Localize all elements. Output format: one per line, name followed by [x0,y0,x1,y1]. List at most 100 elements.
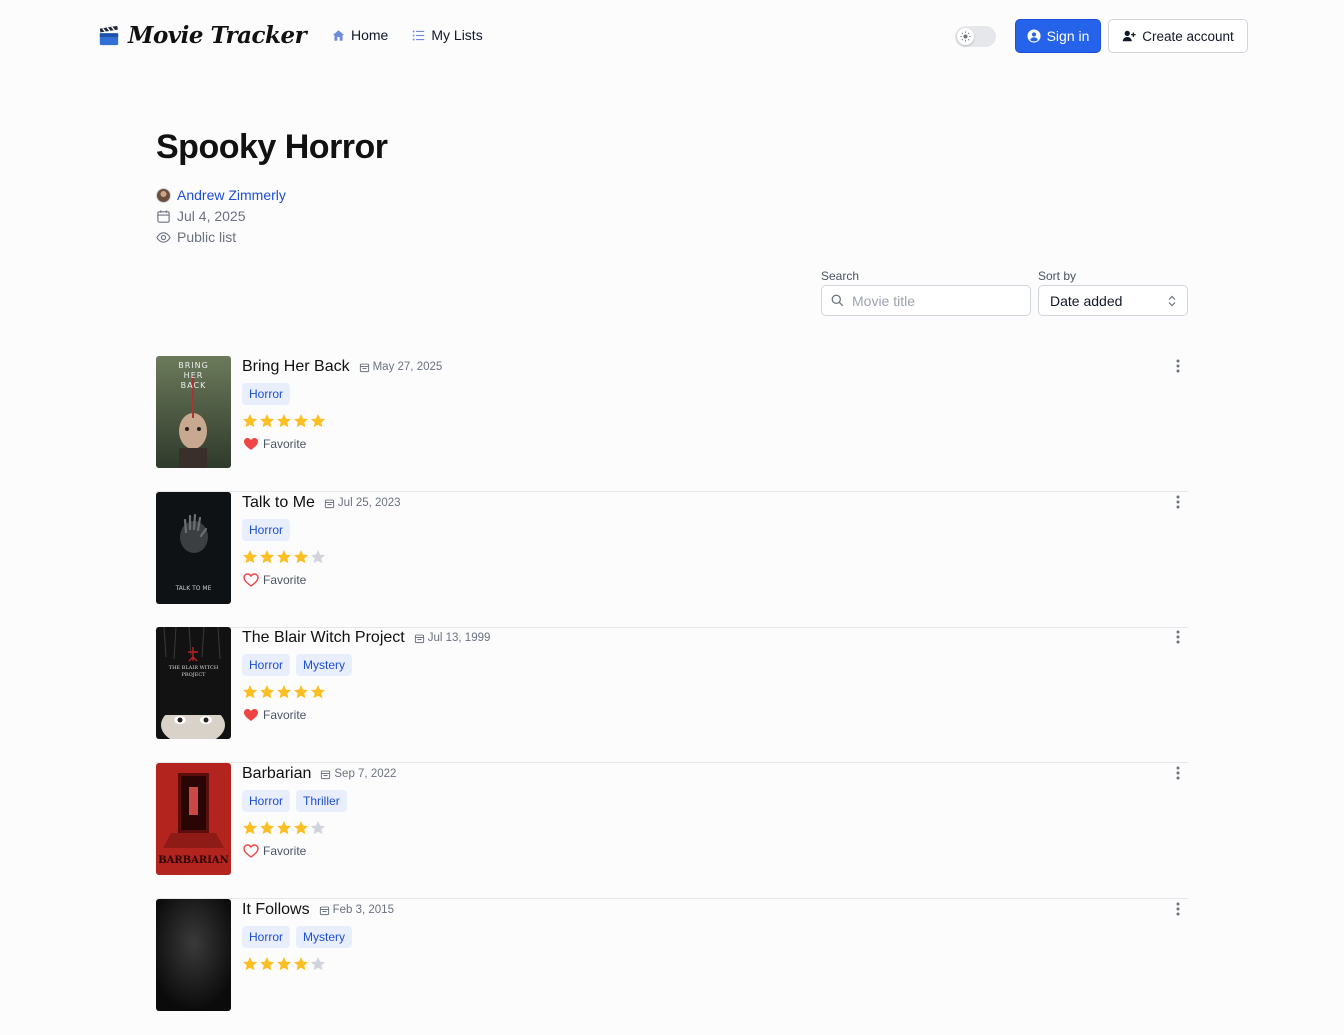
home-icon [332,29,345,41]
movie-title-row: Bring Her Back May 27, 2025 [242,358,442,376]
movie-title[interactable]: Talk to Me [242,494,315,512]
sort-select[interactable]: Date added [1038,285,1188,316]
poster-title-line: HER [184,371,204,380]
star-filled-icon[interactable] [293,820,309,836]
star-empty-icon[interactable] [310,820,326,836]
sun-icon [960,31,971,42]
star-filled-icon[interactable] [242,549,258,565]
favorite-toggle[interactable]: Favorite [243,572,306,588]
more-options-button[interactable] [1170,628,1186,646]
movie-poster[interactable]: BARBARIAN [156,763,231,875]
theme-toggle[interactable] [955,26,996,47]
create-account-button[interactable]: Create account [1108,19,1248,53]
movie-title[interactable]: Bring Her Back [242,358,350,376]
more-options-button[interactable] [1170,357,1186,375]
release-date: Jul 13, 1999 [414,632,490,644]
nav-my-lists-label: My Lists [431,27,483,43]
star-filled-icon[interactable] [242,820,258,836]
poster-image: BARBARIAN [156,763,231,875]
star-empty-icon[interactable] [310,956,326,972]
movie-poster[interactable]: TALK TO ME [156,492,231,604]
list-visibility-text: Public list [177,229,237,245]
star-filled-icon[interactable] [242,956,258,972]
favorite-toggle[interactable]: Favorite [243,436,306,452]
star-filled-icon[interactable] [242,684,258,700]
poster-title-line: PROJECT [181,672,206,678]
star-filled-icon[interactable] [276,820,292,836]
genre-tags: Horror [242,519,291,541]
star-filled-icon[interactable] [259,820,275,836]
movie-title-row: It Follows Feb 3, 2015 [242,901,394,919]
movie-title-row: Talk to Me Jul 25, 2023 [242,494,401,512]
star-rating [242,956,326,972]
top-navbar: Movie Tracker Home My Lists Sign in Crea… [0,0,1344,72]
movie-title[interactable]: The Blair Witch Project [242,629,405,647]
kebab-menu-icon [1176,902,1180,916]
genre-tag[interactable]: Horror [242,790,291,812]
page-title: Spooky Horror [156,128,388,166]
heart-icon [244,438,258,450]
user-circle-icon [1027,29,1041,43]
avatar [156,187,171,203]
movie-title[interactable]: It Follows [242,901,310,919]
star-filled-icon[interactable] [293,549,309,565]
star-filled-icon[interactable] [310,684,326,700]
more-options-button[interactable] [1170,764,1186,782]
movie-poster[interactable] [156,899,231,1011]
app-logo[interactable]: Movie Tracker [98,22,307,49]
star-filled-icon[interactable] [259,413,275,429]
movie-poster[interactable]: THE BLAIR WITCH PROJECT [156,627,231,739]
genre-tags: Horror Mystery [242,654,353,676]
kebab-menu-icon [1176,359,1180,373]
list-date: Jul 4, 2025 [156,208,246,224]
star-filled-icon[interactable] [276,956,292,972]
genre-tag[interactable]: Mystery [296,654,353,676]
genre-tag[interactable]: Horror [242,519,291,541]
star-filled-icon[interactable] [259,549,275,565]
calendar-icon [319,906,329,915]
release-date-text: Feb 3, 2015 [332,904,394,916]
genre-tag[interactable]: Horror [242,383,291,405]
author-link[interactable]: Andrew Zimmerly [177,187,286,203]
more-options-button[interactable] [1170,900,1186,918]
star-filled-icon[interactable] [276,549,292,565]
genre-tag[interactable]: Thriller [296,790,347,812]
star-filled-icon[interactable] [276,684,292,700]
theme-toggle-knob [957,28,974,45]
genre-tags: Horror [242,383,291,405]
heart-icon [244,709,258,721]
release-date: May 27, 2025 [359,361,442,373]
nav-my-lists[interactable]: My Lists [412,27,483,43]
genre-tags: Horror Mystery [242,926,353,948]
star-empty-icon[interactable] [310,549,326,565]
star-filled-icon[interactable] [293,956,309,972]
genre-tag[interactable]: Mystery [296,926,353,948]
star-filled-icon[interactable] [310,413,326,429]
poster-title-line: THE BLAIR WITCH [169,665,219,671]
movie-poster[interactable]: BRING HER BACK [156,356,231,468]
nav-home[interactable]: Home [332,27,388,43]
poster-title-line: BARBARIAN [158,855,229,866]
star-filled-icon[interactable] [259,956,275,972]
sort-label: Sort by [1038,269,1077,283]
star-filled-icon[interactable] [242,413,258,429]
list-date-text: Jul 4, 2025 [177,208,246,224]
genre-tag[interactable]: Horror [242,654,291,676]
sign-in-button[interactable]: Sign in [1015,19,1101,53]
user-plus-icon [1122,30,1136,42]
favorite-toggle[interactable]: Favorite [243,843,306,859]
favorite-label: Favorite [263,437,307,451]
star-filled-icon[interactable] [293,684,309,700]
star-filled-icon[interactable] [259,684,275,700]
favorite-toggle[interactable]: Favorite [243,707,306,723]
more-options-button[interactable] [1170,493,1186,511]
movie-title-row: The Blair Witch Project Jul 13, 1999 [242,629,490,647]
movie-title[interactable]: Barbarian [242,765,311,783]
star-rating [242,820,326,836]
star-filled-icon[interactable] [276,413,292,429]
star-filled-icon[interactable] [293,413,309,429]
calendar-icon [157,209,170,223]
search-input[interactable] [852,292,1012,309]
genre-tag[interactable]: Horror [242,926,291,948]
list-icon [413,30,425,40]
